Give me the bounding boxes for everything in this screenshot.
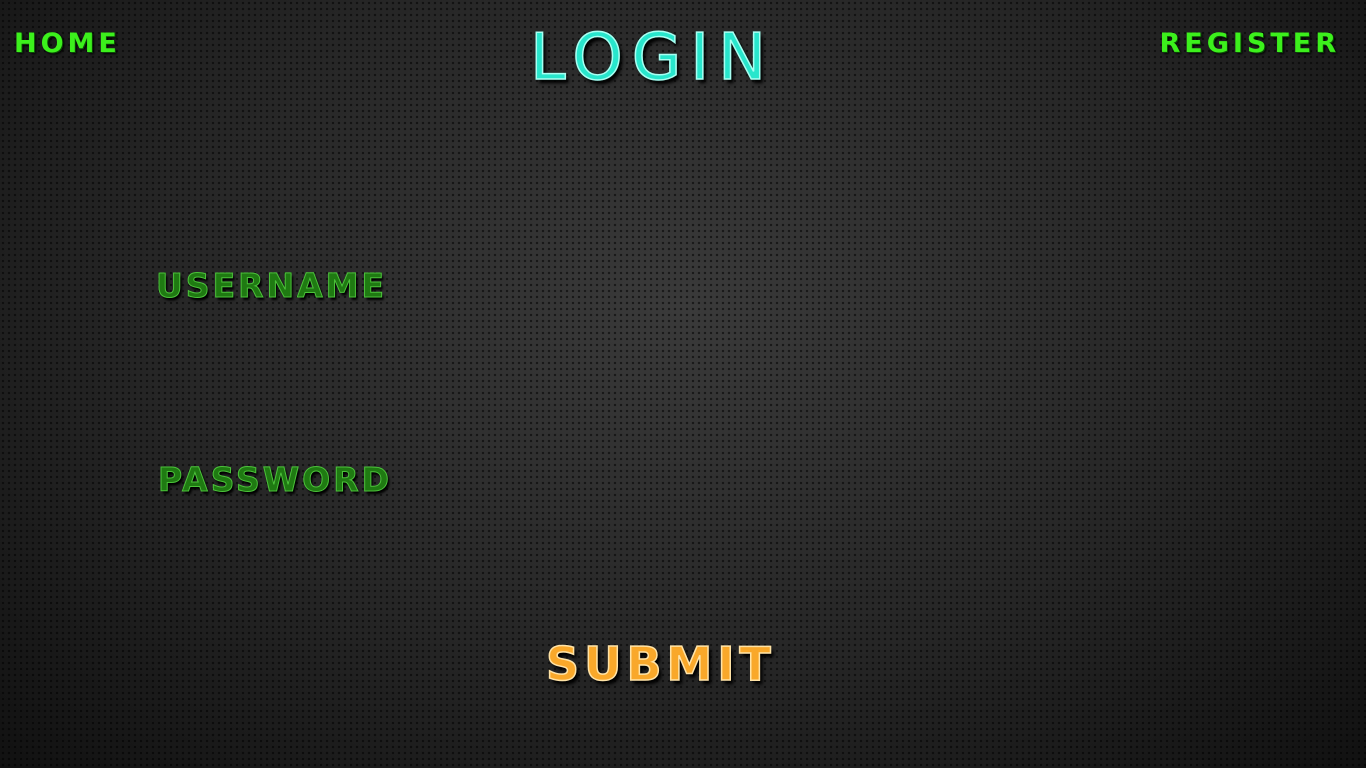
username-field[interactable] — [430, 264, 914, 310]
register-link[interactable]: REGISTER — [1159, 28, 1340, 60]
home-link[interactable]: HOME — [14, 28, 121, 60]
page-title: LOGIN — [529, 21, 776, 95]
username-label: USERNAME — [155, 266, 388, 306]
password-field[interactable] — [430, 458, 914, 504]
submit-button[interactable]: SUBMIT — [545, 636, 776, 692]
password-label: PASSWORD — [157, 460, 393, 500]
